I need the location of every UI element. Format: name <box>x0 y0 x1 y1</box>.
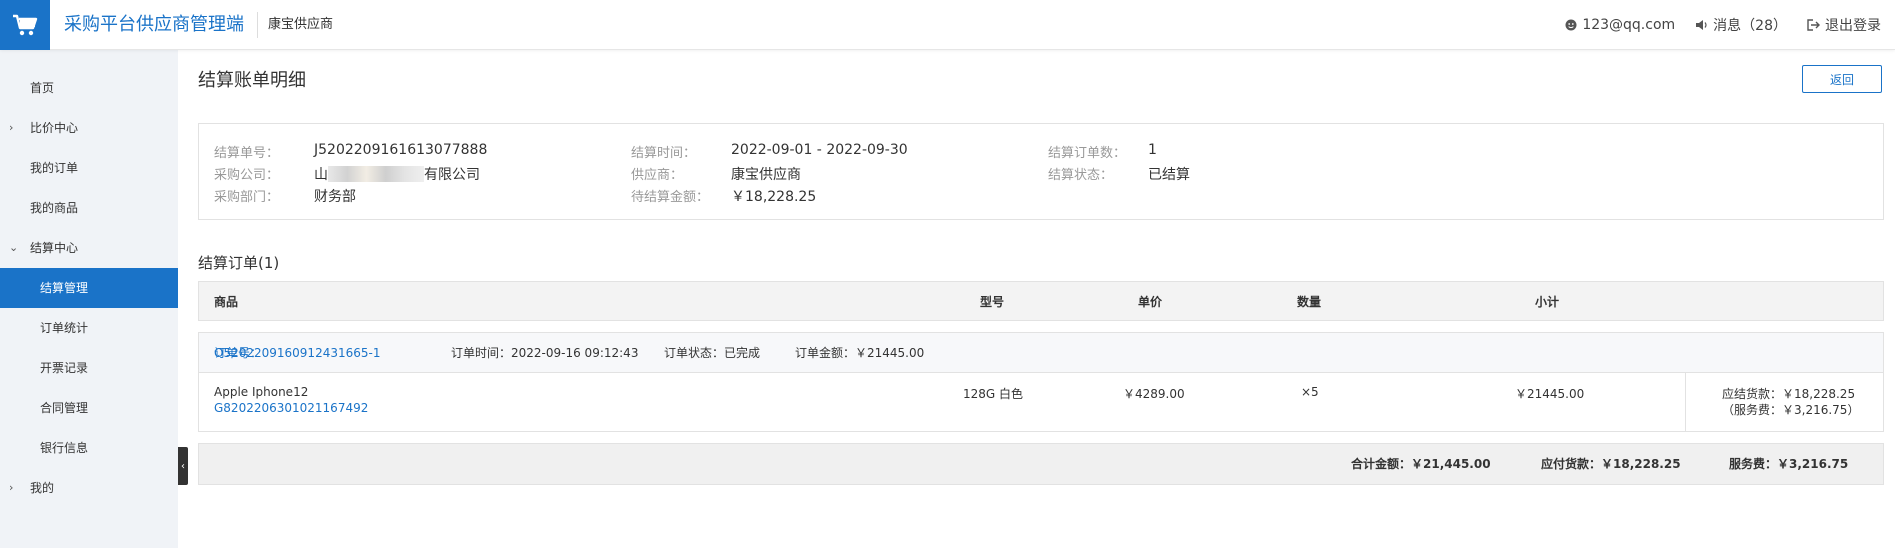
company-value: 山 有限公司 <box>314 164 480 184</box>
header-right: 123@qq.com 消息（28） 退出登录 <box>1565 0 1881 50</box>
sidebar-item-order-stats[interactable]: 订单统计 <box>0 308 178 348</box>
bill-no-label: 结算单号： <box>214 146 280 161</box>
dept-label: 采购部门： <box>214 190 280 205</box>
orders-table-header: 商品 型号 单价 数量 小计 <box>198 281 1884 321</box>
sidebar-item-home[interactable]: 首页 <box>0 68 178 108</box>
settlement-summary: 结算单号： J5202209161613077888 采购公司： 山 有限公司 采… <box>198 123 1884 220</box>
sidebar-item-label: 结算中心 <box>30 241 79 255</box>
sidebar-item-label: 开票记录 <box>40 361 89 375</box>
product-unit-price: ￥4289.00 <box>1123 387 1185 401</box>
pending-label: 待结算金额： <box>631 190 710 205</box>
chevron-down-icon: ⌄ <box>9 241 19 254</box>
shopping-cart-icon <box>13 14 38 36</box>
company-prefix: 山 <box>314 167 328 183</box>
sidebar-item-label: 我的商品 <box>30 201 79 215</box>
page-title: 结算账单明细 <box>198 70 306 91</box>
column-header: 商品 <box>214 295 239 309</box>
column-header: 型号 <box>980 295 1005 309</box>
chevron-left-icon: ‹ <box>181 460 185 472</box>
product-model: 128G 白色 <box>963 387 1024 401</box>
status-label: 结算状态： <box>1048 168 1114 183</box>
period-label: 结算时间： <box>631 146 697 161</box>
sidebar-item-price-compare[interactable]: › 比价中心 <box>0 108 178 148</box>
back-button[interactable]: 返回 <box>1802 65 1882 93</box>
sidebar-item-label: 比价中心 <box>30 121 79 135</box>
sidebar-item-label: 合同管理 <box>40 401 89 415</box>
messages-label: 消息（28） <box>1713 18 1787 34</box>
order-amount: 订单金额：￥21445.00 <box>795 346 925 360</box>
fee-breakdown: 应结货款：￥18,228.25 （服务费：￥3,216.75） <box>1685 373 1883 431</box>
sidebar-item-label: 首页 <box>30 81 55 95</box>
order-time: 订单时间：2022-09-16 09:12:43 <box>451 346 639 360</box>
order-count-label: 结算订单数： <box>1048 146 1127 161</box>
total-service-fee: 服务费：￥3,216.75 <box>1729 457 1849 471</box>
sidebar-item-invoice-records[interactable]: 开票记录 <box>0 348 178 388</box>
pending-value: ￥18,228.25 <box>731 189 817 205</box>
status-value: 已结算 <box>1148 167 1190 183</box>
app-title: 采购平台供应商管理端 <box>64 14 244 35</box>
product-subtotal: ￥21445.00 <box>1515 387 1585 401</box>
sidebar-item-bank-info[interactable]: 银行信息 <box>0 428 178 468</box>
supplier-name: 康宝供应商 <box>268 17 334 32</box>
header-divider <box>257 12 258 38</box>
company-suffix: 有限公司 <box>424 167 480 183</box>
user-icon <box>1565 19 1577 31</box>
sidebar-item-my-orders[interactable]: 我的订单 <box>0 148 178 188</box>
messages-link[interactable]: 消息（28） <box>1695 15 1787 35</box>
chevron-right-icon: › <box>9 121 14 134</box>
order-card: 订单号： O5202209160912431665-1 订单时间：2022-09-… <box>198 332 1884 432</box>
sidebar-item-label: 我的 <box>30 481 55 495</box>
order-no-value: O5202209160912431665-1 <box>214 346 381 360</box>
totals-bar: 合计金额：￥21,445.00 应付货款：￥18,228.25 服务费：￥3,2… <box>198 443 1884 485</box>
sidebar-item-contract-management[interactable]: 合同管理 <box>0 388 178 428</box>
column-header: 小计 <box>1535 295 1560 309</box>
column-header: 单价 <box>1138 295 1163 309</box>
logout-link[interactable]: 退出登录 <box>1807 15 1881 35</box>
sidebar: 首页 › 比价中心 我的订单 我的商品 ⌄ 结算中心 结算管理 订单统计 开票记… <box>0 50 178 548</box>
supplier-value: 康宝供应商 <box>731 167 801 183</box>
company-label: 采购公司： <box>214 168 280 183</box>
sidebar-item-my-products[interactable]: 我的商品 <box>0 188 178 228</box>
product-quantity: ×5 <box>1301 385 1319 399</box>
sidebar-item-settlement-management[interactable]: 结算管理 <box>0 268 178 308</box>
logout-icon <box>1807 19 1820 31</box>
product-name: Apple Iphone12 <box>214 385 309 399</box>
sidebar-item-label: 订单统计 <box>40 321 89 335</box>
order-count-value: 1 <box>1148 142 1157 158</box>
chevron-right-icon: › <box>9 481 14 494</box>
sidebar-item-label: 我的订单 <box>30 161 79 175</box>
user-email: 123@qq.com <box>1582 17 1676 33</box>
order-status: 订单状态：已完成 <box>664 346 761 360</box>
order-info-bar: 订单号： O5202209160912431665-1 订单时间：2022-09-… <box>199 333 1883 373</box>
sidebar-item-settlement-center[interactable]: ⌄ 结算中心 <box>0 228 178 268</box>
sidebar-item-label: 银行信息 <box>40 441 89 455</box>
total-payable: 应付货款：￥18,228.25 <box>1541 457 1681 471</box>
top-header: 采购平台供应商管理端 康宝供应商 123@qq.com 消息（28） 退出登录 <box>0 0 1895 50</box>
sidebar-collapse-button[interactable]: ‹ <box>178 447 188 485</box>
redacted-blur <box>328 166 424 182</box>
user-account[interactable]: 123@qq.com <box>1565 17 1675 33</box>
sidebar-item-label: 结算管理 <box>40 281 89 295</box>
service-fee: （服务费：￥3,216.75） <box>1722 403 1860 417</box>
period-value: 2022-09-01 - 2022-09-30 <box>731 142 908 158</box>
logout-label: 退出登录 <box>1825 18 1881 34</box>
bill-no-value: J5202209161613077888 <box>314 142 488 158</box>
orders-section-title: 结算订单(1) <box>198 254 280 272</box>
total-amount: 合计金额：￥21,445.00 <box>1351 457 1491 471</box>
logo[interactable] <box>0 0 50 50</box>
speaker-icon <box>1696 20 1707 30</box>
dept-value: 财务部 <box>314 189 356 205</box>
payable-amount: 应结货款：￥18,228.25 <box>1722 387 1856 401</box>
sidebar-item-mine[interactable]: › 我的 <box>0 468 178 508</box>
column-header: 数量 <box>1297 295 1322 309</box>
supplier-label: 供应商： <box>631 168 684 183</box>
product-sku-link[interactable]: G8202206301021167492 <box>214 401 368 415</box>
